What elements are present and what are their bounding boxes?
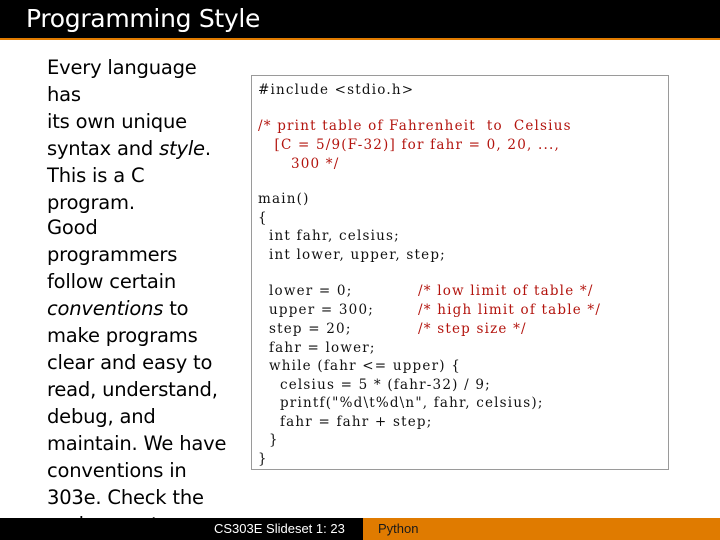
- code-line: #include <stdio.h>: [258, 82, 415, 98]
- text-run: program.: [47, 191, 135, 214]
- slide-title: Programming Style: [26, 4, 261, 33]
- code-line: {: [258, 210, 268, 226]
- text-line: its own unique: [47, 108, 232, 135]
- text-run: This is a C: [47, 164, 145, 187]
- code-comment: /* low limit of table */: [418, 283, 594, 299]
- code-comment: /* print table of Fahrenheit to Celsius: [258, 118, 572, 134]
- text-line: read, understand,: [47, 376, 232, 403]
- code-comment: 300 */: [258, 156, 340, 172]
- text-run: clear and easy to: [47, 351, 213, 374]
- text-run: debug, and: [47, 405, 156, 428]
- code-line: fahr = lower;: [258, 340, 376, 356]
- text-run: its own unique: [47, 110, 187, 133]
- text-run: style: [159, 137, 205, 160]
- text-run: syntax and: [47, 137, 160, 160]
- text-run: conventions: [47, 297, 164, 320]
- code-line: }: [258, 451, 268, 467]
- text-run: maintain. We have: [47, 432, 227, 455]
- code-line: int fahr, celsius;: [258, 228, 400, 244]
- text-line: program.: [47, 189, 232, 216]
- text-line: follow certain: [47, 268, 232, 295]
- text-line: syntax and style.: [47, 135, 232, 162]
- code-line: main(): [258, 191, 310, 207]
- text-line: debug, and: [47, 403, 232, 430]
- text-line: make programs: [47, 322, 232, 349]
- text-line: maintain. We have: [47, 430, 232, 457]
- code-line: upper = 300;: [258, 302, 375, 318]
- code-line: }: [258, 432, 279, 448]
- text-line: Every language has: [47, 54, 232, 108]
- code-line: int lower, upper, step;: [258, 247, 446, 263]
- text-run: 303e. Check the: [47, 486, 204, 509]
- text-run: to: [163, 297, 189, 320]
- code-line: while (fahr <= upper) {: [258, 358, 461, 374]
- text-run: .: [204, 137, 211, 160]
- code-line: printf("%d\t%d\n", fahr, celsius);: [258, 395, 544, 411]
- code-block: #include <stdio.h> /* print table of Fah…: [251, 75, 669, 470]
- text-line: clear and easy to: [47, 349, 232, 376]
- text-line: This is a C: [47, 162, 232, 189]
- slide-number: CS303E Slideset 1: 23: [214, 521, 345, 536]
- title-bar: Programming Style: [0, 0, 720, 40]
- intro-paragraph: Every language has its own unique syntax a…: [47, 54, 232, 216]
- text-run: Every language has: [47, 56, 197, 106]
- footer: CS303E Slideset 1: 23 Python: [0, 518, 720, 540]
- code-comment: [C = 5/9(F-32)] for fahr = 0, 20, ...,: [258, 137, 560, 153]
- code-line: celsius = 5 * (fahr-32) / 9;: [258, 377, 491, 393]
- code-line: lower = 0;: [258, 283, 353, 299]
- text-line: conventions in: [47, 457, 232, 484]
- text-run: conventions in: [47, 459, 187, 482]
- text-line: Good programmers: [47, 214, 232, 268]
- text-run: read, understand,: [47, 378, 218, 401]
- text-line: conventions to: [47, 295, 232, 322]
- text-line: 303e. Check the: [47, 484, 232, 511]
- code-line: fahr = fahr + step;: [258, 414, 433, 430]
- code-line: step = 20;: [258, 321, 352, 337]
- footer-topic: Python: [378, 521, 419, 536]
- text-run: Good programmers: [47, 216, 178, 266]
- code-comment: /* high limit of table */: [418, 302, 602, 318]
- conventions-paragraph: Good programmers follow certain convention…: [47, 214, 232, 538]
- text-run: follow certain: [47, 270, 177, 293]
- code-comment: /* step size */: [418, 321, 527, 337]
- text-run: make programs: [47, 324, 198, 347]
